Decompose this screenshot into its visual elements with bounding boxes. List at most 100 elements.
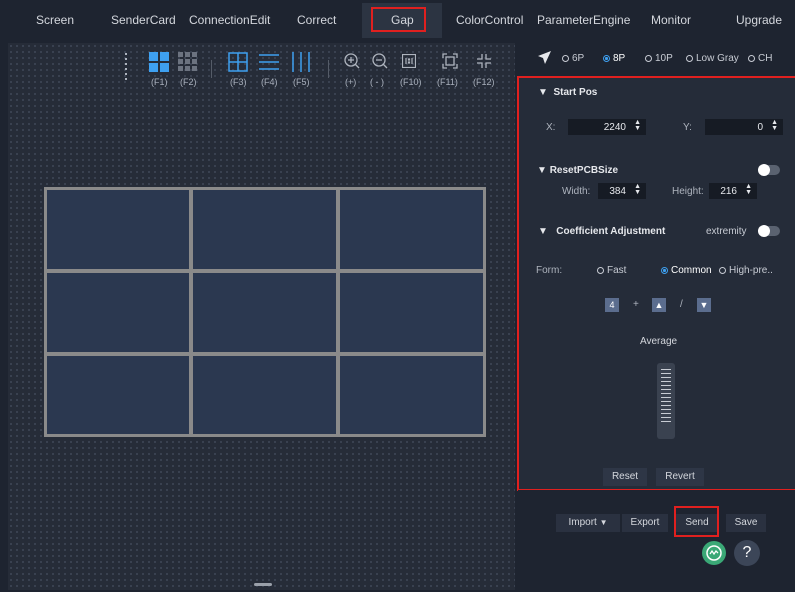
cabinet-cell[interactable] <box>47 356 189 434</box>
tab-sendercard[interactable]: SenderCard <box>111 13 176 27</box>
mode-ch[interactable]: CH <box>748 53 772 64</box>
tab-colorcontrol[interactable]: ColorControl <box>456 13 523 27</box>
form-option-label: High-pre.. <box>729 265 773 276</box>
radio-icon <box>686 55 693 62</box>
spin-arrows-icon[interactable]: ▲ ▼ <box>634 183 641 196</box>
zoom-out-icon[interactable] <box>372 53 388 74</box>
layout-4-grid-icon[interactable] <box>149 52 169 77</box>
section-title: ResetPCBSize <box>549 165 619 176</box>
panel-highlight <box>517 76 795 491</box>
mode-6p[interactable]: 6P <box>562 53 584 64</box>
spin-arrows-icon[interactable]: ▲ ▼ <box>771 119 778 132</box>
revert-button[interactable]: Revert <box>656 468 704 486</box>
reset-pcb-toggle[interactable] <box>758 164 780 176</box>
form-label: Form: <box>536 265 563 276</box>
height-value: 216 <box>720 186 737 197</box>
coefficient-header[interactable]: ▼ Coefficient Adjustment <box>538 226 665 237</box>
reset-pcb-header[interactable]: ▼ ResetPCBSize <box>537 165 618 176</box>
mode-8p[interactable]: 8P <box>603 53 625 64</box>
tab-upgrade[interactable]: Upgrade <box>736 13 782 27</box>
tab-monitor[interactable]: Monitor <box>651 13 691 27</box>
height-input[interactable]: 216 ▲ ▼ <box>709 183 757 199</box>
section-title: Coefficient Adjustment <box>556 226 666 237</box>
x-value: 2240 <box>603 122 626 133</box>
cabinet-cell[interactable] <box>193 356 336 434</box>
section-title: Start Pos <box>553 87 598 98</box>
help-icon[interactable]: ? <box>734 540 760 566</box>
spin-arrows-icon[interactable]: ▲ ▼ <box>634 119 641 132</box>
form-fast[interactable]: Fast <box>597 265 626 276</box>
mode-label: 8P <box>613 53 626 64</box>
collapse-icon[interactable] <box>476 53 492 74</box>
step-value[interactable]: 4 <box>605 298 619 312</box>
increase-button[interactable]: ▲ <box>652 298 666 312</box>
canvas-scroll-handle[interactable] <box>254 583 272 586</box>
start-pos-header[interactable]: ▼ Start Pos <box>538 87 597 98</box>
spin-arrows-icon[interactable]: ▲ ▼ <box>745 183 752 196</box>
cabinet-cell[interactable] <box>340 190 483 269</box>
radio-icon <box>562 55 569 62</box>
width-input[interactable]: 384 ▲ ▼ <box>598 183 646 199</box>
toolbar-label: (F3) <box>230 77 247 87</box>
reset-button[interactable]: Reset <box>603 468 647 486</box>
slash-sign: / <box>680 299 683 310</box>
cabinet-cell[interactable] <box>47 273 189 352</box>
cabinet-cell[interactable] <box>193 273 336 352</box>
actual-size-icon[interactable] <box>401 53 417 73</box>
import-label: Import <box>568 517 597 528</box>
form-common[interactable]: Common <box>661 265 712 276</box>
toolbar-label: (F2) <box>180 77 197 87</box>
vertical-lines-icon[interactable] <box>291 52 311 77</box>
average-slider[interactable] <box>657 363 675 439</box>
cabinet-cell[interactable] <box>340 273 483 352</box>
mode-label: Low Gray <box>696 53 739 64</box>
tab-parameterengine[interactable]: ParameterEngine <box>537 13 630 27</box>
decrease-button[interactable]: ▼ <box>697 298 711 312</box>
mode-label: 6P <box>572 53 585 64</box>
toolbar-label: (F11) <box>437 77 458 87</box>
mode-low-gray[interactable]: Low Gray <box>686 53 739 64</box>
top-nav: Screen SenderCard ConnectionEdit Correct… <box>0 0 795 42</box>
save-button[interactable]: Save <box>726 514 766 532</box>
toolbar-label: (F10) <box>400 77 422 87</box>
y-input[interactable]: 0 ▲ ▼ <box>705 119 783 135</box>
width-value: 384 <box>609 186 626 197</box>
cabinet-cell[interactable] <box>47 190 189 269</box>
cabinet-cell[interactable] <box>193 190 336 269</box>
width-label: Width: <box>562 186 591 197</box>
layout-9-grid-icon[interactable] <box>178 52 198 77</box>
chevron-down-icon: ▼ <box>599 518 608 527</box>
form-high-precision[interactable]: High-pre.. <box>719 265 773 276</box>
monitor-status-icon[interactable] <box>702 541 726 565</box>
plus-sign: + <box>633 299 639 310</box>
toolbar-divider <box>211 60 212 78</box>
toolbar-divider <box>328 60 329 78</box>
grid-split-icon[interactable] <box>228 52 248 77</box>
tab-connectionedit[interactable]: ConnectionEdit <box>189 13 270 27</box>
mode-10p[interactable]: 10P <box>645 53 673 64</box>
radio-selected-icon <box>661 267 668 274</box>
zoom-in-icon[interactable] <box>344 53 360 74</box>
mode-label: 10P <box>655 53 673 64</box>
toolbar-label: (F12) <box>473 77 495 87</box>
extremity-toggle[interactable] <box>758 225 780 237</box>
cabinet-grid <box>44 187 486 437</box>
x-input[interactable]: 2240 ▲ ▼ <box>568 119 646 135</box>
extremity-label: extremity <box>706 226 747 237</box>
cabinet-cell[interactable] <box>340 356 483 434</box>
y-label: Y: <box>683 122 692 133</box>
toolbar-label: ( - ) <box>370 77 384 87</box>
x-label: X: <box>546 122 556 133</box>
slider-grip-icon[interactable] <box>661 369 671 425</box>
fit-screen-icon[interactable] <box>442 53 458 74</box>
tab-correct[interactable]: Correct <box>297 13 336 27</box>
tab-screen[interactable]: Screen <box>36 13 74 27</box>
mode-label: CH <box>758 53 773 64</box>
horizontal-lines-icon[interactable] <box>259 53 279 76</box>
average-label: Average <box>640 336 678 347</box>
import-dropdown[interactable]: Import ▼ <box>556 514 620 532</box>
drag-handle-icon[interactable] <box>124 53 130 83</box>
send-arrow-icon <box>538 51 551 69</box>
y-value: 0 <box>757 122 763 133</box>
export-button[interactable]: Export <box>622 514 668 532</box>
